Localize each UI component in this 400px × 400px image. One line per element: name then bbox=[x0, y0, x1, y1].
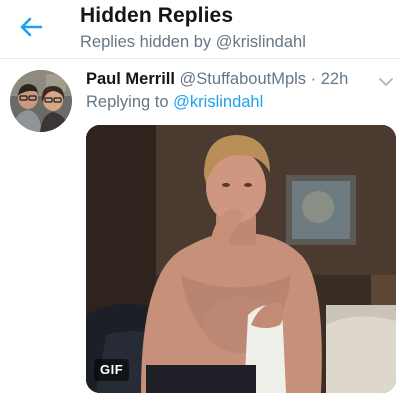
replying-to-line: Replying to @krislindahl bbox=[86, 93, 263, 112]
tweet-meta: Paul Merrill @StuffaboutMpls · 22h bbox=[86, 70, 348, 89]
tweet[interactable]: Paul Merrill @StuffaboutMpls · 22h Reply… bbox=[0, 59, 400, 400]
author-name[interactable]: Paul Merrill bbox=[86, 70, 175, 88]
tweet-time[interactable]: 22h bbox=[321, 70, 349, 88]
gif-frame bbox=[86, 125, 396, 393]
hidden-replies-screen: Hidden Replies Replies hidden by @krisli… bbox=[0, 0, 400, 400]
back-button[interactable] bbox=[12, 10, 50, 44]
page-subtitle: Replies hidden by @krislindahl bbox=[80, 33, 306, 51]
gif-badge: GIF bbox=[94, 359, 130, 381]
avatar-photo bbox=[10, 70, 72, 132]
header-bar: Hidden Replies Replies hidden by @krisli… bbox=[0, 0, 400, 59]
replying-to-label: Replying to bbox=[86, 93, 169, 111]
avatar[interactable] bbox=[10, 70, 72, 132]
author-handle[interactable]: @StuffaboutMpls bbox=[180, 70, 307, 88]
gif-media[interactable]: GIF bbox=[86, 125, 396, 393]
chevron-down-icon bbox=[379, 78, 393, 86]
tweet-options-button[interactable] bbox=[378, 75, 394, 87]
meta-separator: · bbox=[310, 70, 317, 88]
page-title: Hidden Replies bbox=[80, 4, 234, 27]
back-arrow-icon bbox=[20, 17, 43, 37]
replying-to-mention[interactable]: @krislindahl bbox=[173, 93, 263, 111]
